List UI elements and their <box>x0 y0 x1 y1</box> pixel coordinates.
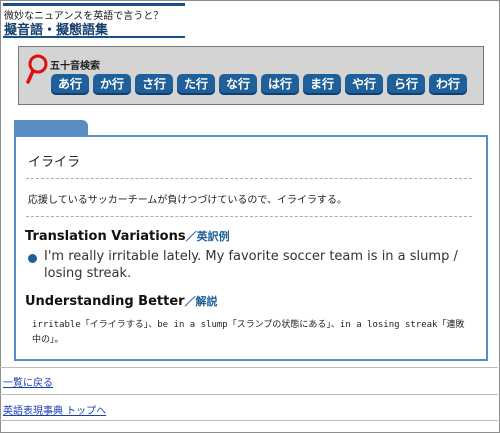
understanding-heading-en: Understanding Better <box>25 294 185 309</box>
translation-heading-jp: ／英訳例 <box>185 230 230 243</box>
bullet-icon <box>28 254 37 263</box>
kana-button-ya[interactable]: や行 <box>345 74 383 95</box>
magnifier-icon <box>26 54 48 84</box>
kana-button-ta[interactable]: た行 <box>177 74 215 95</box>
kana-button-ra[interactable]: ら行 <box>387 74 425 95</box>
divider <box>0 367 498 368</box>
translation-text: I'm really irritable lately. My favorite… <box>44 249 458 281</box>
example-sentence: 応援しているサッカーチームが負けつづけているので、イライラする。 <box>28 195 347 206</box>
card-tab <box>14 120 88 136</box>
entry-word: イライラ <box>28 155 81 170</box>
logo-bottom-rule <box>3 36 185 38</box>
kana-button-ma[interactable]: ま行 <box>303 74 341 95</box>
divider <box>0 394 498 395</box>
kana-button-a[interactable]: あ行 <box>51 74 89 95</box>
top-page-link[interactable]: 英語表現事典 トップへ <box>3 402 106 417</box>
kana-search-label: 五十音検索 <box>50 61 100 72</box>
explanation-text: irritable「イライラする」、be in a slump「スランプの状態に… <box>32 320 465 345</box>
kana-button-na[interactable]: な行 <box>219 74 257 95</box>
kana-button-ka[interactable]: か行 <box>93 74 131 95</box>
understanding-heading: Understanding Better／解説 <box>25 293 218 309</box>
kana-button-wa[interactable]: わ行 <box>429 74 467 95</box>
kana-button-sa[interactable]: さ行 <box>135 74 173 95</box>
divider <box>26 178 472 179</box>
translation-heading: Translation Variations／英訳例 <box>25 228 230 244</box>
kana-search-panel: 五十音検索 あ行 か行 さ行 た行 な行 は行 ま行 や行 ら行 わ行 <box>18 46 484 105</box>
site-logo[interactable]: 微妙なニュアンスを英語で言うと？ 擬音語・擬態語集 <box>3 3 185 39</box>
divider <box>26 216 472 217</box>
understanding-heading-jp: ／解説 <box>184 295 218 308</box>
back-to-list-link[interactable]: 一覧に戻る <box>3 374 53 389</box>
translation-heading-en: Translation Variations <box>25 229 186 244</box>
logo-top-rule <box>3 3 185 6</box>
kana-button-ha[interactable]: は行 <box>261 74 299 95</box>
entry-card: イライラ 応援しているサッカーチームが負けつづけているので、イライラする。 Tr… <box>14 135 488 361</box>
divider <box>0 420 498 421</box>
